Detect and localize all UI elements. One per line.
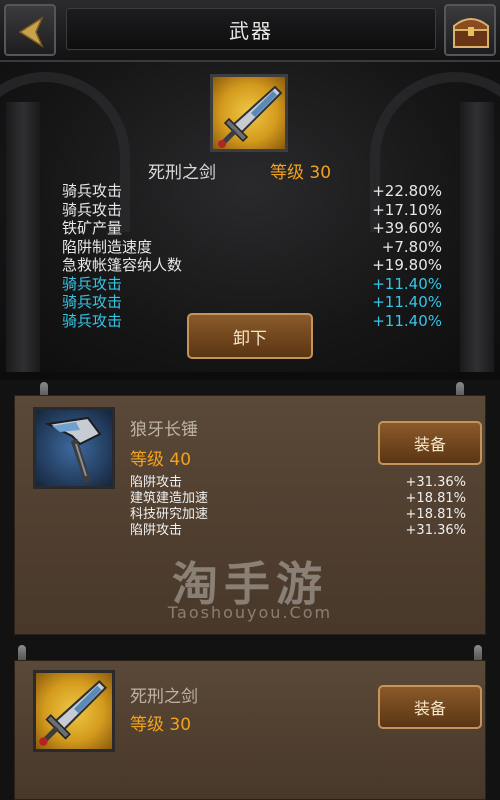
equipped-weapon-level: 等级 30 — [270, 163, 332, 183]
pillar-decoration — [460, 102, 494, 372]
sword-icon — [39, 679, 108, 746]
treasure-chest-button[interactable] — [444, 4, 496, 56]
stat-value: +11.40% — [372, 311, 442, 330]
equip-button[interactable]: 装备 — [378, 421, 482, 465]
stat-value: +39.60% — [372, 219, 442, 237]
item-stats-list: 陷阱攻击 +31.36% 建筑建造加速 +18.81% 科技研究加速 +18.81% … — [130, 475, 466, 539]
stat-value: +11.40% — [372, 274, 442, 293]
stat-row: 骑兵攻击 +22.80% — [62, 182, 442, 201]
stat-label: 骑兵攻击 — [62, 182, 123, 200]
equipped-weapon-slot[interactable] — [210, 74, 288, 152]
item-stat-value: +31.36% — [405, 475, 466, 490]
stat-label: 陷阱制造速度 — [62, 237, 153, 256]
equip-button[interactable]: 装备 — [378, 685, 482, 729]
stat-row: 铁矿产量 +39.60% — [62, 219, 442, 238]
sword-icon — [218, 85, 283, 148]
item-stat-value: +31.36% — [405, 523, 466, 538]
page-title: 武器 — [229, 18, 273, 43]
item-name: 死刑之剑 — [130, 687, 198, 707]
equipped-weapon-name: 死刑之剑 — [148, 163, 216, 183]
stat-row: 骑兵攻击 +17.10% — [62, 201, 442, 220]
item-stat-label: 陷阱攻击 — [130, 475, 183, 490]
stat-value: +11.40% — [372, 293, 442, 311]
back-arrow-icon — [18, 16, 44, 48]
item-stat-label: 陷阱攻击 — [130, 523, 183, 538]
item-stat-label: 科技研究加速 — [130, 507, 209, 522]
stat-label: 骑兵攻击 — [62, 274, 123, 293]
treasure-chest-icon — [453, 18, 489, 48]
unequip-button[interactable]: 卸下 — [187, 313, 313, 359]
back-button[interactable] — [4, 4, 56, 56]
stat-row: 骑兵攻击 +11.40% — [62, 293, 442, 312]
watermark-url: Taoshouyou.Com — [167, 603, 333, 622]
stat-row: 急救帐篷容纳人数 +19.80% — [62, 256, 442, 275]
stat-value: +22.80% — [372, 182, 442, 200]
stat-label: 骑兵攻击 — [62, 200, 123, 219]
stat-value: +17.10% — [372, 200, 442, 219]
stat-label: 骑兵攻击 — [62, 293, 123, 311]
stat-label: 骑兵攻击 — [62, 311, 123, 330]
stat-label: 急救帐篷容纳人数 — [62, 256, 183, 274]
equipped-stats-list: 骑兵攻击 +22.80% 骑兵攻击 +17.10% 铁矿产量 +39.60% 陷阱制造… — [62, 182, 442, 330]
item-slot[interactable] — [33, 670, 115, 752]
pillar-decoration — [6, 102, 40, 372]
item-level: 等级 30 — [130, 715, 192, 735]
item-name: 狼牙长锤 — [130, 420, 198, 440]
item-stat-label: 建筑建造加速 — [130, 491, 209, 506]
stat-row: 骑兵攻击 +11.40% — [62, 275, 442, 294]
war-hammer-icon — [44, 416, 102, 484]
stat-value: +19.80% — [372, 256, 442, 274]
stat-value: +7.80% — [381, 237, 442, 256]
item-stat-row: 陷阱攻击 +31.36% — [130, 523, 466, 539]
item-level: 等级 40 — [130, 450, 192, 470]
title-plate: 武器 — [66, 8, 436, 50]
item-stat-row: 科技研究加速 +18.81% — [130, 507, 466, 523]
item-stat-row: 陷阱攻击 +31.36% — [130, 475, 466, 491]
stat-label: 铁矿产量 — [62, 219, 123, 237]
item-stat-row: 建筑建造加速 +18.81% — [130, 491, 466, 507]
top-bar: 武器 — [0, 0, 500, 62]
item-stat-value: +18.81% — [405, 507, 466, 522]
item-stat-value: +18.81% — [405, 491, 466, 506]
item-slot[interactable] — [33, 407, 115, 489]
stat-row: 陷阱制造速度 +7.80% — [62, 238, 442, 257]
